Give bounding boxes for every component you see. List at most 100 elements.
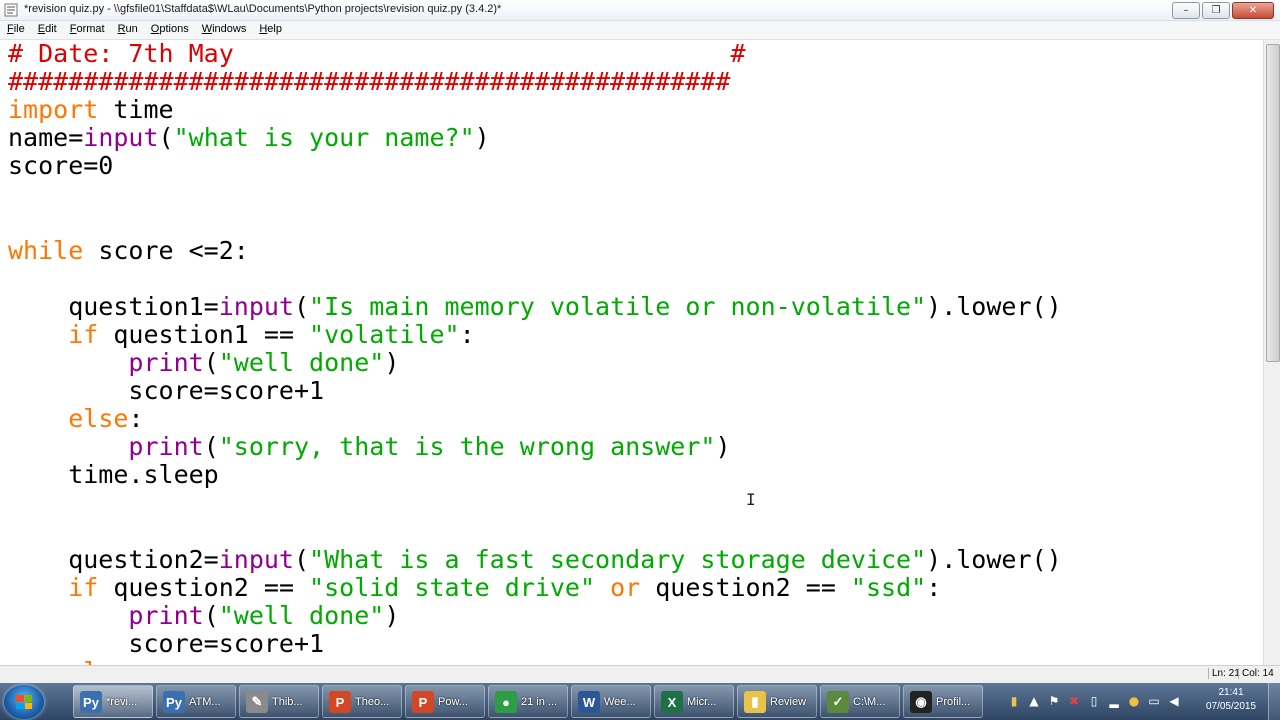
taskbar-item-label: *revi...	[106, 696, 138, 708]
title-bar: *revision quiz.py - \\gfsfile01\Staffdat…	[0, 0, 1280, 21]
code-token: input	[218, 544, 294, 574]
menu-item-file[interactable]: File	[0, 21, 31, 39]
update-icon[interactable]: ●	[1127, 694, 1141, 708]
code-token: )	[384, 348, 400, 378]
taskbar-item[interactable]: ▮ Review	[737, 685, 817, 718]
code-token: (	[203, 600, 219, 630]
start-button[interactable]	[4, 685, 44, 719]
taskbar-item[interactable]: ◉ Profil...	[903, 685, 983, 718]
python-icon: Py	[80, 691, 102, 713]
code-line: score=score+1	[8, 377, 1062, 405]
code-token: question2 ==	[640, 572, 851, 602]
column-number: Col: 14	[1238, 668, 1274, 679]
close-button[interactable]: ✕	[1232, 2, 1274, 19]
code-token: score <=2:	[83, 235, 249, 265]
code-line: # Date: 7th May #	[8, 40, 1062, 68]
menu-item-format[interactable]: Format	[63, 21, 111, 39]
code-token: while	[8, 235, 84, 265]
code-line: while score <=2:	[8, 235, 1062, 265]
network-warning-icon[interactable]: ✖	[1067, 694, 1081, 708]
code-token: ).lower()	[926, 544, 1062, 574]
code-token: "what is your name?"	[173, 123, 475, 153]
code-token: "sorry, that is the wrong answer"	[218, 432, 716, 462]
code-line: question2=input("What is a fast secondar…	[8, 544, 1062, 574]
code-line: ########################################…	[8, 68, 1062, 96]
menu-label: ptions	[159, 23, 189, 35]
battery-icon[interactable]: ▯	[1087, 694, 1101, 708]
taskbar-item[interactable]: Py ATM...	[156, 685, 236, 718]
code-token: question1=	[8, 291, 219, 321]
taskbar-item[interactable]: ● 21 in ...	[488, 685, 568, 718]
code-token: (	[293, 291, 310, 321]
code-token: )	[384, 600, 400, 630]
menu-accelerator: R	[117, 23, 126, 35]
code-text[interactable]: # Date: 7th May # #######################…	[8, 40, 1062, 665]
display-icon[interactable]: ▭	[1147, 694, 1161, 708]
code-token: (	[203, 432, 219, 462]
code-token: score=score+1	[8, 628, 325, 658]
code-token: (	[203, 348, 219, 378]
code-token: )	[715, 432, 731, 462]
menu-item-options[interactable]: Options	[144, 21, 195, 39]
taskbar-item-label: Pow...	[438, 696, 468, 708]
code-token: print	[128, 348, 204, 378]
menu-item-windows[interactable]: Windows	[195, 21, 253, 39]
taskbar-item[interactable]: W Wee...	[571, 685, 651, 718]
vertical-scrollbar[interactable]	[1263, 40, 1280, 665]
code-line: score=score+1	[8, 628, 1062, 658]
menu-item-help[interactable]: Help	[252, 21, 288, 39]
clock-time: 21:41	[1218, 687, 1244, 698]
code-token: time.sleep	[8, 460, 219, 490]
signal-icon[interactable]: ▂	[1107, 694, 1121, 708]
scrollbar-thumb[interactable]	[1266, 44, 1280, 362]
clock[interactable]: 21:41 07/05/2015	[1200, 686, 1262, 714]
taskbar-item-label: Micr...	[687, 696, 717, 708]
show-desktop-button[interactable]	[1268, 683, 1280, 720]
taskbar-item-label: C:\M...	[853, 696, 886, 708]
code-line: print("well done")	[8, 348, 1062, 378]
show-hidden-icons-icon[interactable]: ▲	[1027, 694, 1041, 708]
code-token: "ssd"	[850, 572, 927, 602]
code-token: :	[459, 319, 475, 349]
taskbar-item[interactable]: ✎ Thib...	[239, 685, 319, 718]
code-line: if question1 == "volatile":	[8, 319, 1062, 349]
taskbar-item[interactable]: X Micr...	[654, 685, 734, 718]
taskbar-item[interactable]: ✓ C:\M...	[820, 685, 900, 718]
menu-item-run[interactable]: Run	[111, 21, 144, 39]
code-line: time.sleep	[8, 461, 1062, 489]
code-token: or	[610, 572, 641, 602]
code-line: score=0	[8, 152, 1062, 180]
menu-label: un	[125, 23, 138, 35]
code-line: print("well done")	[8, 600, 1062, 630]
menu-item-edit[interactable]: Edit	[31, 21, 63, 39]
flag-icon[interactable]: ⚑	[1047, 694, 1061, 708]
maximize-button[interactable]: ❐	[1202, 2, 1230, 19]
obs-icon: ◉	[910, 691, 932, 713]
volume-icon[interactable]: ◀	[1167, 694, 1181, 708]
code-line: question1=input("Is main memory volatile…	[8, 291, 1061, 321]
taskbar-item-label: ATM...	[189, 696, 221, 708]
menu-label: indows	[212, 23, 247, 35]
taskbar-item[interactable]: Py *revi...	[73, 685, 153, 718]
code-token: )	[474, 123, 490, 153]
code-token: else	[68, 404, 129, 434]
code-token: question2=	[8, 544, 219, 574]
menu-accelerator: E	[37, 23, 46, 35]
window-title: *revision quiz.py - \\gfsfile01\Staffdat…	[24, 3, 502, 15]
code-line: name=input("what is your name?")	[8, 124, 1062, 152]
window-controls: – ❐ ✕	[1172, 2, 1274, 19]
taskbar-item-label: Review	[770, 696, 807, 708]
taskbar-item[interactable]: P Theo...	[322, 685, 402, 718]
taskbar-item[interactable]: P Pow...	[405, 685, 485, 718]
folder-tray-icon[interactable]: ▮	[1007, 694, 1021, 708]
minimize-button[interactable]: –	[1172, 2, 1200, 19]
powerpoint-icon: P	[329, 691, 351, 713]
code-token: input	[83, 123, 159, 153]
code-editor[interactable]: # Date: 7th May # #######################…	[0, 40, 1263, 665]
